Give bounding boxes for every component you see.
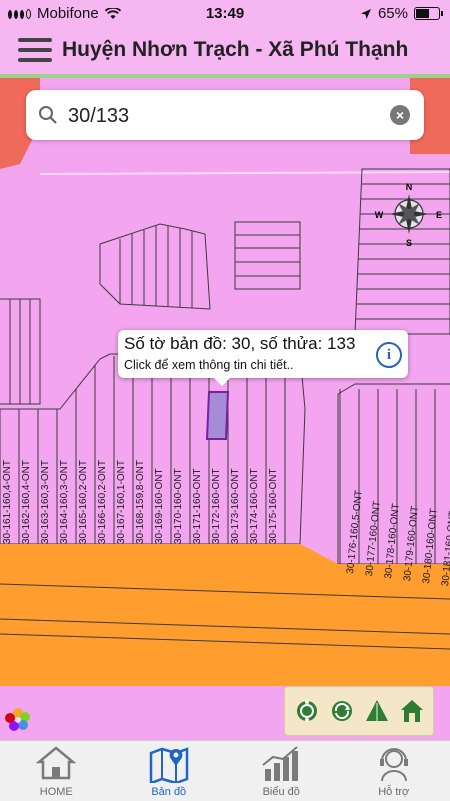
search-input[interactable] xyxy=(66,98,380,134)
parcel-label[interactable]: 30-164-160,3-ONT xyxy=(59,460,70,544)
parcel-popup[interactable]: Số tờ bản đồ: 30, số thửa: 133 Click để … xyxy=(118,330,408,378)
tab-chart[interactable]: Biểu đồ xyxy=(225,741,338,801)
parcel-label[interactable]: 30-172-160-ONT xyxy=(211,468,222,544)
map-pin-icon xyxy=(147,745,191,783)
photos-flower-icon[interactable] xyxy=(4,706,32,734)
parcel-label[interactable]: 30-175-160-ONT xyxy=(268,468,279,544)
home-icon xyxy=(36,745,76,781)
popup-detail-link[interactable]: Click để xem thông tin chi tiết.. xyxy=(124,358,294,372)
parcel-label[interactable]: 30-161-160,4-ONT xyxy=(2,460,13,544)
menu-icon[interactable] xyxy=(18,38,52,64)
compass-s: S xyxy=(406,238,412,248)
popup-title: Số tờ bản đồ: 30, số thửa: 133 xyxy=(124,334,355,354)
battery-percent: 65% xyxy=(378,5,408,22)
tab-map-label: Bản đồ xyxy=(113,786,226,798)
orange-road xyxy=(0,544,450,686)
location-arrow-icon xyxy=(360,8,372,20)
support-agent-icon xyxy=(374,745,414,783)
map-canvas[interactable]: 30-161-160,4-ONT 30-162-160,4-ONT 30-163-1… xyxy=(0,74,450,740)
map-view[interactable]: 30-161-160,4-ONT 30-162-160,4-ONT 30-163-1… xyxy=(0,74,450,740)
bottom-tab-bar: HOME Bản đồ Biểu đồ Hỗ trợ xyxy=(0,740,450,801)
tab-support-label: Hỗ trợ xyxy=(338,786,450,798)
compass-w: W xyxy=(375,210,384,220)
tab-map[interactable]: Bản đồ xyxy=(113,741,226,801)
parcel-label[interactable]: 30-174-160-ONT xyxy=(249,468,260,544)
tab-home[interactable]: HOME xyxy=(0,741,113,801)
green-strip xyxy=(0,74,450,78)
tab-support[interactable]: Hỗ trợ xyxy=(338,741,450,801)
parcel-label[interactable]: 30-163-160,3-ONT xyxy=(40,460,51,544)
search-bar[interactable]: × xyxy=(26,90,424,140)
parcel-label[interactable]: 30-170-160-ONT xyxy=(173,468,184,544)
battery-group: 65% xyxy=(360,5,440,22)
bar-chart-icon xyxy=(259,745,303,783)
tab-home-label: HOME xyxy=(0,786,113,798)
parcel-label[interactable]: 30-166-160,2-ONT xyxy=(97,460,108,544)
parcel-label[interactable]: 30-169-160-ONT xyxy=(154,468,165,544)
parcel-label[interactable]: 30-173-160-ONT xyxy=(230,468,241,544)
parcel-label[interactable]: 30-167-160,1-ONT xyxy=(116,460,127,544)
parcel-label[interactable]: 30-162-160,4-ONT xyxy=(21,460,32,544)
search-icon xyxy=(38,105,58,125)
app-bar: Huyện Nhơn Trạch - Xã Phú Thạnh xyxy=(0,28,450,74)
compass-e: E xyxy=(436,210,442,220)
home-icon[interactable] xyxy=(397,696,427,726)
parcel-label[interactable]: 30-165-160,2-ONT xyxy=(78,460,89,544)
refresh-icon[interactable] xyxy=(327,696,357,726)
parcel-label[interactable]: 30-171-160-ONT xyxy=(192,468,203,544)
compass-n: N xyxy=(406,182,413,192)
measure-icon[interactable] xyxy=(292,696,322,726)
page-title: Huyện Nhơn Trạch - Xã Phú Thạnh xyxy=(62,38,408,62)
selected-parcel[interactable] xyxy=(207,392,228,439)
battery-icon xyxy=(414,7,440,20)
parcel-label[interactable]: 30-168-159,8-ONT xyxy=(135,460,146,544)
info-icon[interactable]: i xyxy=(376,342,402,368)
tab-chart-label: Biểu đồ xyxy=(225,786,338,798)
clear-search-icon[interactable]: × xyxy=(390,105,410,125)
battery-fill xyxy=(416,9,429,18)
parcel-labels-left: 30-161-160,4-ONT 30-162-160,4-ONT 30-163-1… xyxy=(2,460,279,544)
status-bar: Mobifone 13:49 65% xyxy=(0,0,450,28)
triangle-icon[interactable] xyxy=(362,696,392,726)
map-tool-panel xyxy=(284,686,434,736)
